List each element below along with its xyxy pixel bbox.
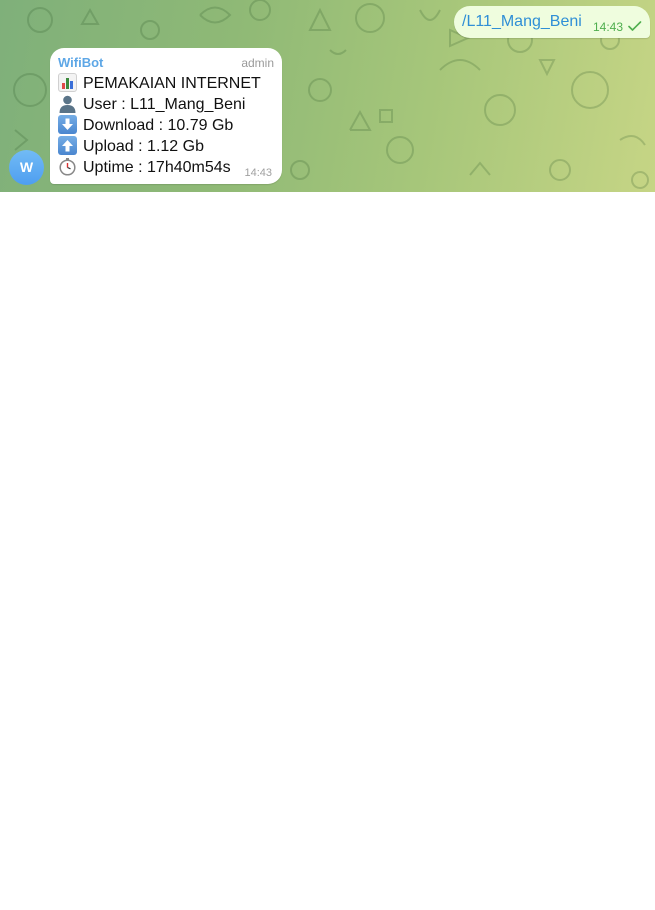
outgoing-message-bubble[interactable]: /L11_Mang_Beni 14:43	[454, 6, 650, 38]
sender-role-badge: admin	[241, 56, 274, 70]
sender-name[interactable]: WifiBot	[58, 55, 103, 70]
user-silhouette-icon	[58, 94, 77, 113]
message-line-text: Download : 10.79 Gb	[83, 117, 234, 134]
bar-chart-icon	[58, 73, 77, 92]
incoming-message-bubble[interactable]: WifiBot admin PEMAKAIAN INTERNET User : …	[50, 48, 282, 184]
down-arrow-icon	[58, 115, 77, 134]
message-line-text: Upload : 1.12 Gb	[83, 138, 204, 155]
message-line-title: PEMAKAIAN INTERNET	[58, 73, 261, 93]
message-line-text: PEMAKAIAN INTERNET	[83, 75, 261, 92]
avatar[interactable]: W	[9, 150, 44, 185]
stopwatch-icon	[58, 157, 77, 176]
chat-area: /L11_Mang_Beni 14:43 W WifiBot admin PEM…	[0, 0, 655, 192]
up-arrow-icon	[58, 136, 77, 155]
message-line-upload: Upload : 1.12 Gb	[58, 136, 204, 156]
message-line-text: Uptime : 17h40m54s	[83, 159, 231, 176]
message-line-text: User : L11_Mang_Beni	[83, 96, 246, 113]
outgoing-message-text[interactable]: /L11_Mang_Beni	[462, 13, 582, 31]
message-line-uptime: Uptime : 17h40m54s	[58, 157, 231, 177]
incoming-message-time: 14:43	[244, 167, 272, 179]
outgoing-message-time: 14:43	[593, 20, 624, 34]
empty-area	[0, 192, 655, 910]
message-line-download: Download : 10.79 Gb	[58, 115, 233, 135]
double-check-icon	[628, 21, 642, 31]
message-line-user: User : L11_Mang_Beni	[58, 94, 245, 114]
